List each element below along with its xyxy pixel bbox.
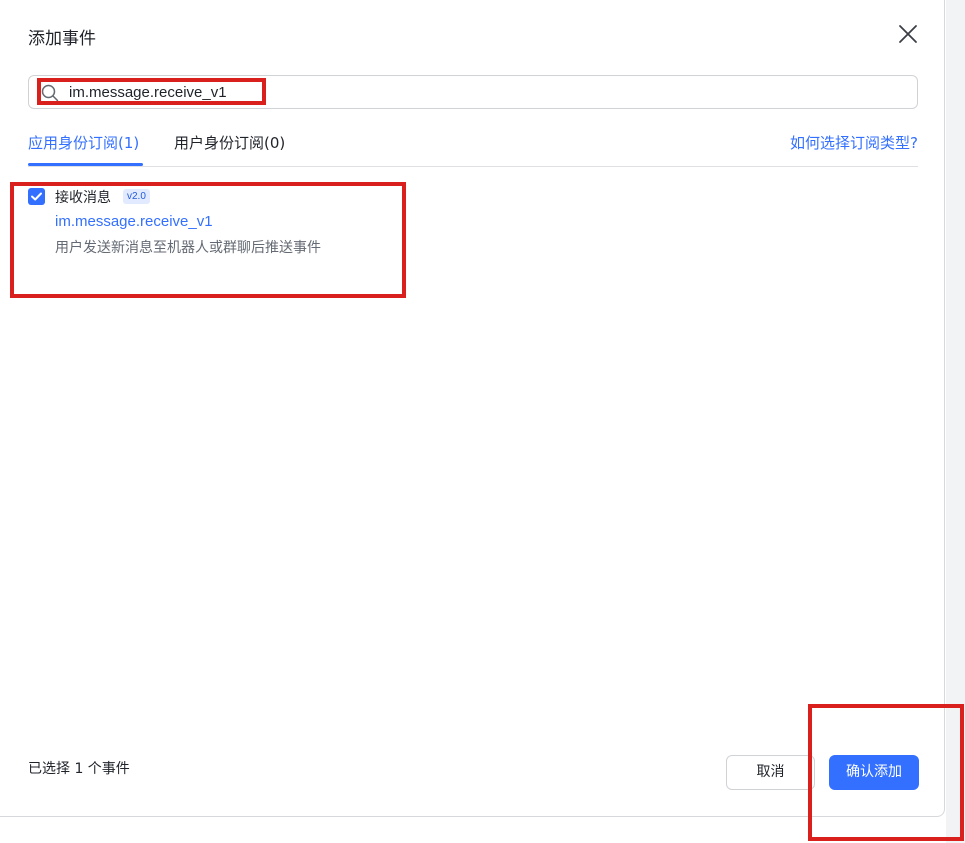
- tab-app-subscription[interactable]: 应用身份订阅(1): [28, 132, 139, 153]
- highlight-box: [808, 704, 964, 841]
- tab-user-subscription[interactable]: 用户身份订阅(0): [174, 132, 285, 153]
- highlight-box: [10, 182, 406, 298]
- highlight-box: [37, 78, 266, 105]
- dialog-title: 添加事件: [28, 29, 96, 49]
- add-event-dialog: 添加事件 应用身份订阅(1) 用户身份订阅(0) 如何选择订阅类型? 接收消息 …: [0, 0, 945, 817]
- cancel-button[interactable]: 取消: [726, 755, 815, 790]
- active-tab-indicator: [28, 163, 143, 166]
- help-link[interactable]: 如何选择订阅类型?: [790, 132, 918, 153]
- close-icon[interactable]: [896, 22, 920, 46]
- selected-count: 已选择 1 个事件: [28, 761, 130, 777]
- subscription-tabs: 应用身份订阅(1) 用户身份订阅(0) 如何选择订阅类型?: [28, 126, 918, 167]
